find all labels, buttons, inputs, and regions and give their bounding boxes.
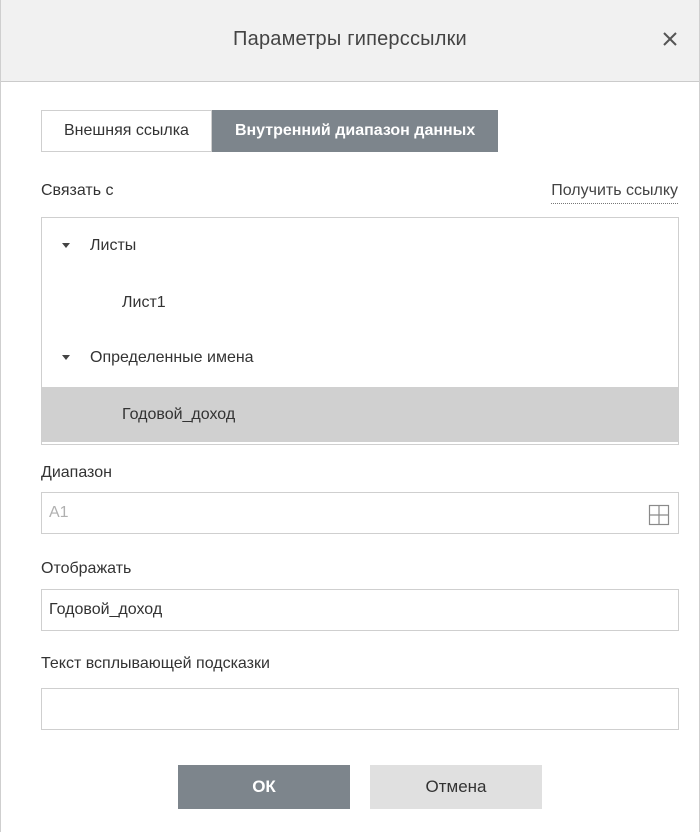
tree-item-sheets[interactable]: Листы <box>42 218 678 273</box>
ok-button[interactable]: ОК <box>178 765 350 809</box>
link-to-label: Связать с <box>41 182 114 199</box>
cancel-button[interactable]: Отмена <box>370 765 542 809</box>
tab-internal-data-range[interactable]: Внутренний диапазон данных <box>211 110 499 152</box>
range-input[interactable]: A1 <box>41 492 679 534</box>
tree-item-defined-names[interactable]: Определенные имена <box>42 330 678 385</box>
tree-item-label: Определенные имена <box>90 349 254 366</box>
grid-icon[interactable] <box>648 502 670 526</box>
tree-item-sheet1[interactable]: Лист1 <box>42 275 678 330</box>
close-icon[interactable] <box>653 22 687 56</box>
link-type-tabs: Внешняя ссылка Внутренний диапазон данны… <box>41 110 499 152</box>
link-target-tree[interactable]: Листы Лист1 Определенные имена Годовой_д… <box>41 217 679 445</box>
tooltip-input[interactable] <box>41 688 679 730</box>
dialog-titlebar: Параметры гиперссылки <box>1 0 699 82</box>
range-label: Диапазон <box>41 464 112 481</box>
tree-item-annual-income[interactable]: Годовой_доход <box>42 387 678 442</box>
display-input[interactable]: Годовой_доход <box>41 589 679 631</box>
display-label: Отображать <box>41 560 132 577</box>
tree-item-label: Годовой_доход <box>122 406 236 423</box>
tree-item-label: Листы <box>90 237 137 254</box>
chevron-down-icon[interactable] <box>62 355 70 360</box>
get-link-button[interactable]: Получить ссылку <box>551 182 678 204</box>
tooltip-label: Текст всплывающей подсказки <box>41 655 270 672</box>
tree-item-label: Лист1 <box>122 294 166 311</box>
hyperlink-settings-dialog: Параметры гиперссылки Внешняя ссылка Вну… <box>0 0 700 832</box>
range-value: A1 <box>49 504 69 521</box>
dialog-title: Параметры гиперссылки <box>233 28 467 50</box>
tab-external-link[interactable]: Внешняя ссылка <box>41 110 212 152</box>
chevron-down-icon[interactable] <box>62 243 70 248</box>
